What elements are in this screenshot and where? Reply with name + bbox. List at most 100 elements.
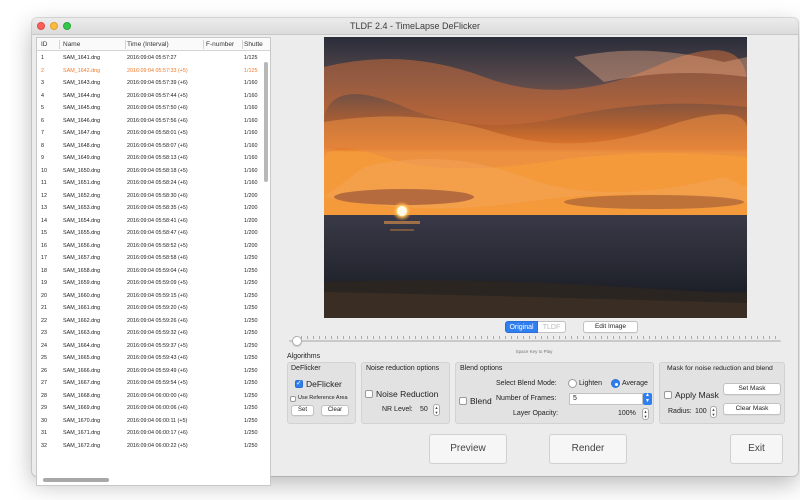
slider-tick bbox=[601, 336, 602, 339]
use-reference-area-checkbox[interactable] bbox=[290, 396, 296, 402]
table-row[interactable]: 20 SAM_1660.dng 2016:09:04 05:59:15 (+6) 1/… bbox=[37, 290, 266, 303]
table-row[interactable]: 15 SAM_1655.dng 2016:09:04 05:58:47 (+6) 1/… bbox=[37, 227, 266, 240]
row-time: 2016:09:04 05:58:41 (+6) bbox=[127, 217, 188, 224]
slider-tick bbox=[469, 336, 470, 339]
table-row[interactable]: 19 SAM_1659.dng 2016:09:04 05:59:09 (+5) 1/… bbox=[37, 277, 266, 290]
clear-mask-button[interactable]: Clear Mask bbox=[723, 403, 781, 415]
table-row[interactable]: 31 SAM_1671.dng 2016:09:04 06:00:17 (+6) 1/… bbox=[37, 427, 266, 440]
table-row[interactable]: 6 SAM_1646.dng 2016:09:04 05:57:56 (+6) 1/1… bbox=[37, 115, 266, 128]
table-row[interactable]: 18 SAM_1658.dng 2016:09:04 05:59:04 (+6) 1/… bbox=[37, 265, 266, 278]
nr-level-value[interactable]: 50 bbox=[420, 406, 428, 413]
layer-opacity-value[interactable]: 100% bbox=[618, 410, 636, 417]
deflicker-set-button[interactable]: Set bbox=[291, 405, 314, 416]
tab-tldf[interactable]: TLDF bbox=[538, 321, 566, 333]
table-row[interactable]: 11 SAM_1651.dng 2016:09:04 05:58:24 (+6) 1/… bbox=[37, 177, 266, 190]
vertical-scroll-thumb[interactable] bbox=[264, 62, 268, 182]
row-shutter: 1/200 bbox=[244, 205, 258, 211]
set-mask-button[interactable]: Set Mask bbox=[723, 383, 781, 395]
table-row[interactable]: 26 SAM_1666.dng 2016:09:04 05:59:49 (+6) 1/… bbox=[37, 365, 266, 378]
deflicker-checkbox[interactable] bbox=[295, 379, 303, 388]
table-row[interactable]: 3 SAM_1643.dng 2016:09:04 05:57:39 (+6) 1/1… bbox=[37, 77, 266, 90]
table-row[interactable]: 7 SAM_1647.dng 2016:09:04 05:58:01 (+5) 1/1… bbox=[37, 127, 266, 140]
horizontal-scroll-thumb[interactable] bbox=[43, 478, 109, 482]
table-row[interactable]: 2 SAM_1642.dng 2016:09:04 05:57:33 (+5) 1/1… bbox=[37, 65, 266, 78]
deflicker-clear-button[interactable]: Clear bbox=[321, 405, 349, 416]
column-header-name[interactable]: Name bbox=[63, 41, 80, 50]
slider-tick bbox=[487, 336, 488, 339]
noise-reduction-checkbox[interactable] bbox=[365, 390, 373, 398]
table-row[interactable]: 29 SAM_1669.dng 2016:09:04 06:00:06 (+6) 1/… bbox=[37, 402, 266, 415]
table-row[interactable]: 5 SAM_1645.dng 2016:09:04 05:57:50 (+6) 1/1… bbox=[37, 102, 266, 115]
row-name: SAM_1671.dng bbox=[63, 430, 101, 436]
slider-tick bbox=[523, 336, 524, 339]
row-time: 2016:09:04 05:59:54 (+5) bbox=[127, 380, 188, 386]
table-row[interactable]: 23 SAM_1663.dng 2016:09:04 05:59:32 (+6) 1/… bbox=[37, 327, 266, 340]
apply-mask-checkbox[interactable] bbox=[664, 391, 672, 399]
table-row[interactable]: 4 SAM_1644.dng 2016:09:04 05:57:44 (+5) 1/1… bbox=[37, 90, 266, 103]
table-row[interactable]: 21 SAM_1661.dng 2016:09:04 05:59:20 (+5) 1/… bbox=[37, 302, 266, 315]
row-time: 2016:09:04 05:59:20 (+5) bbox=[127, 305, 188, 311]
table-row[interactable]: 32 SAM_1672.dng 2016:09:04 06:00:22 (+5) 1/… bbox=[37, 440, 266, 453]
number-of-frames-select[interactable]: 5 bbox=[569, 393, 643, 405]
slider-tick bbox=[355, 336, 356, 339]
layer-opacity-stepper[interactable]: ▲ ▼ bbox=[642, 408, 649, 420]
table-row[interactable]: 12 SAM_1652.dng 2016:09:04 05:58:30 (+6) 1/… bbox=[37, 190, 266, 203]
slider-tick bbox=[589, 336, 590, 339]
slider-tick bbox=[343, 336, 344, 339]
tab-original[interactable]: Original bbox=[505, 321, 538, 333]
slider-tick bbox=[403, 336, 404, 339]
vertical-scrollbar[interactable] bbox=[264, 52, 269, 472]
table-row[interactable]: 17 SAM_1657.dng 2016:09:04 05:58:58 (+6) 1/… bbox=[37, 252, 266, 265]
slider-tick bbox=[481, 336, 482, 339]
column-header-time[interactable]: Time (Interval) bbox=[127, 41, 169, 50]
table-row[interactable]: 10 SAM_1650.dng 2016:09:04 05:58:18 (+5) 1/… bbox=[37, 165, 266, 178]
table-row[interactable]: 1 SAM_1641.dng 2016:09:04 05:57:27 1/125 bbox=[37, 52, 266, 65]
table-row[interactable]: 28 SAM_1668.dng 2016:09:04 06:00:00 (+6) 1/… bbox=[37, 390, 266, 403]
table-row[interactable]: 9 SAM_1649.dng 2016:09:04 05:58:13 (+6) 1/1… bbox=[37, 152, 266, 165]
table-row[interactable]: 27 SAM_1667.dng 2016:09:04 05:59:54 (+5) 1/… bbox=[37, 377, 266, 390]
row-name: SAM_1654.dng bbox=[63, 217, 101, 224]
exit-button[interactable]: Exit bbox=[730, 434, 783, 464]
preview-button[interactable]: Preview bbox=[429, 434, 507, 464]
blend-checkbox[interactable] bbox=[459, 397, 467, 405]
row-shutter: 1/250 bbox=[244, 417, 258, 424]
file-table[interactable]: ID Name Time (Interval) F-number Shutte … bbox=[36, 37, 271, 486]
blend-mode-average-radio[interactable] bbox=[611, 379, 620, 388]
row-shutter: 1/250 bbox=[244, 317, 258, 324]
row-time: 2016:09:04 05:59:49 (+6) bbox=[127, 367, 188, 374]
row-shutter: 1/160 bbox=[244, 92, 258, 99]
row-name: SAM_1669.dng bbox=[63, 405, 101, 411]
row-time: 2016:09:04 05:57:50 (+6) bbox=[127, 105, 188, 111]
column-header-id[interactable]: ID bbox=[41, 41, 48, 50]
nr-level-label: NR Level: bbox=[382, 406, 413, 413]
slider-tick bbox=[655, 336, 656, 339]
table-row[interactable]: 13 SAM_1653.dng 2016:09:04 05:58:35 (+5) 1/… bbox=[37, 202, 266, 215]
row-shutter: 1/125 bbox=[244, 67, 258, 74]
render-button[interactable]: Render bbox=[549, 434, 627, 464]
table-row[interactable]: 30 SAM_1670.dng 2016:09:04 06:00:11 (+5) 1/… bbox=[37, 415, 266, 428]
frame-slider[interactable] bbox=[289, 335, 781, 347]
nr-level-stepper[interactable]: ▲ ▼ bbox=[433, 404, 440, 416]
table-row[interactable]: 16 SAM_1656.dng 2016:09:04 05:58:52 (+5) 1/… bbox=[37, 240, 266, 253]
row-name: SAM_1657.dng bbox=[63, 255, 101, 261]
table-row[interactable]: 14 SAM_1654.dng 2016:09:04 05:58:41 (+6) 1/… bbox=[37, 215, 266, 228]
slider-tick bbox=[541, 336, 542, 339]
blend-mode-lighten-radio[interactable] bbox=[568, 379, 577, 388]
slider-tick bbox=[391, 336, 392, 339]
table-row[interactable]: 24 SAM_1664.dng 2016:09:04 05:59:37 (+5) 1/… bbox=[37, 340, 266, 353]
table-row[interactable]: 22 SAM_1662.dng 2016:09:04 05:59:26 (+6) 1/… bbox=[37, 315, 266, 328]
table-row[interactable]: 25 SAM_1665.dng 2016:09:04 05:59:43 (+6) 1/… bbox=[37, 352, 266, 365]
column-header-fnumber[interactable]: F-number bbox=[206, 41, 234, 50]
slider-knob[interactable] bbox=[292, 336, 302, 346]
column-header-shutter[interactable]: Shutte bbox=[244, 41, 270, 50]
radius-stepper[interactable]: ▲ ▼ bbox=[710, 406, 717, 418]
row-id: 6 bbox=[41, 117, 44, 124]
table-row[interactable]: 8 SAM_1648.dng 2016:09:04 05:58:07 (+6) 1/1… bbox=[37, 140, 266, 153]
title-bar[interactable]: TLDF 2.4 - TimeLapse DeFlicker bbox=[32, 18, 798, 35]
row-id: 15 bbox=[41, 230, 47, 236]
number-of-frames-dropdown-icon[interactable]: ▲ ▼ bbox=[643, 392, 652, 405]
row-id: 5 bbox=[41, 105, 44, 111]
radius-value[interactable]: 100 bbox=[695, 408, 707, 415]
edit-image-button[interactable]: Edit Image bbox=[583, 321, 638, 333]
row-time: 2016:09:04 05:58:47 (+6) bbox=[127, 230, 188, 236]
